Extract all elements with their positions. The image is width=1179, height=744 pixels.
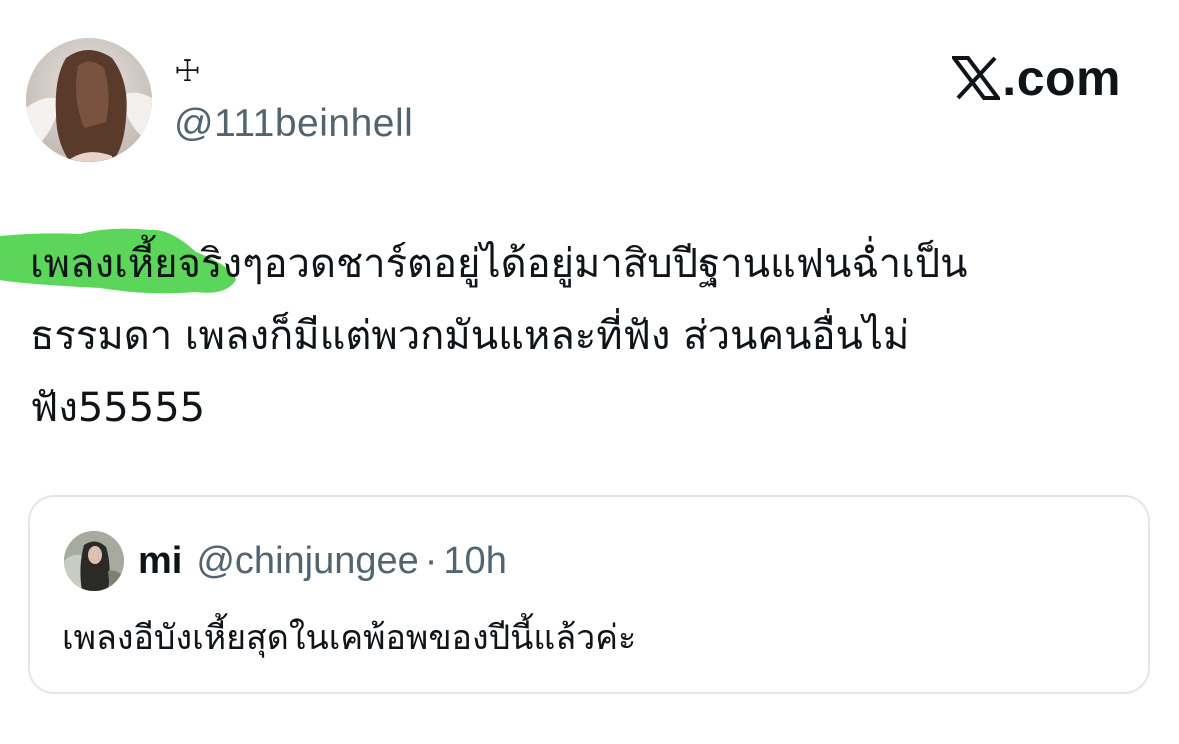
tweet-line: เพลงเหี้ยจริงๆอวดชาร์ตอยู่ได้อยู่มาสิบปี… (30, 241, 968, 287)
quote-author-name[interactable]: mi (138, 537, 182, 585)
quote-author-avatar[interactable] (64, 531, 124, 591)
tweet-text: เพลงเหี้ยจริงๆอวดชาร์ตอยู่ได้อยู่มาสิบปี… (30, 228, 1155, 444)
quote-author-handle[interactable]: @chinjungee (196, 537, 418, 585)
brand-text: .com (1002, 50, 1121, 106)
author-avatar[interactable] (26, 38, 152, 162)
author-handle[interactable]: @111beinhell (174, 100, 413, 148)
avatar-photo-icon (26, 38, 152, 162)
quote-text: เพลงอีบังเหี้ยสุดในเคพ้อพของปีนี้แล้วค่ะ (62, 618, 637, 658)
author-display-name[interactable]: ☩ (174, 52, 201, 92)
quote-header: mi @chinjungee · 10h (138, 537, 507, 585)
brand-mark: .com (952, 50, 1121, 106)
x-logo-icon (952, 56, 1001, 100)
separator-dot: · (424, 540, 438, 582)
avatar-photo-icon (64, 531, 124, 591)
quote-timestamp[interactable]: 10h (443, 537, 506, 585)
tweet-line: ธรรมดา เพลงก็มีแต่พวกมันแหละที่ฟัง ส่วนค… (30, 313, 910, 359)
quoted-tweet-card[interactable]: mi @chinjungee · 10h เพลงอีบังเหี้ยสุดใน… (28, 495, 1150, 694)
tweet-line: ฟัง55555 (30, 385, 206, 431)
